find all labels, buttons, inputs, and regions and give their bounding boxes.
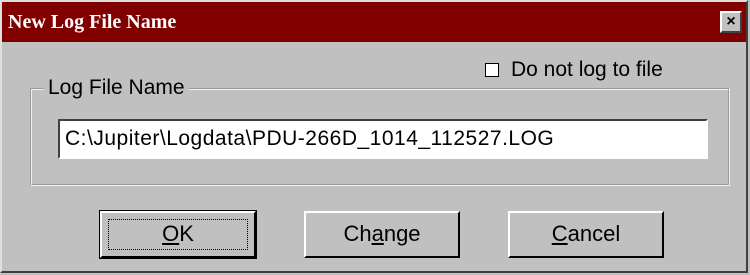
change-button[interactable]: Change xyxy=(304,211,460,258)
log-file-name-input[interactable]: C:\Jupiter\Logdata\PDU-266D_1014_112527.… xyxy=(58,119,708,159)
cancel-accel: C xyxy=(551,221,568,246)
window-title: New Log File Name xyxy=(8,11,177,33)
group-legend: Log File Name xyxy=(44,76,189,100)
dialog-window: New Log File Name × Do not log to file L… xyxy=(0,0,748,273)
title-bar[interactable]: New Log File Name × xyxy=(2,2,746,42)
ok-accel: O xyxy=(162,221,180,246)
change-pre: Ch xyxy=(343,221,372,246)
close-button[interactable]: × xyxy=(720,11,742,33)
do-not-log-label: Do not log to file xyxy=(511,58,663,81)
change-accel: a xyxy=(371,221,384,246)
ok-rest: K xyxy=(179,221,194,246)
do-not-log-checkbox-row[interactable]: Do not log to file xyxy=(485,58,663,82)
ok-button[interactable]: OK xyxy=(99,210,257,259)
do-not-log-checkbox[interactable] xyxy=(485,63,499,77)
cancel-button[interactable]: Cancel xyxy=(508,211,664,258)
change-rest: nge xyxy=(383,221,421,246)
close-icon: × xyxy=(726,13,736,30)
cancel-rest: ancel xyxy=(567,221,621,246)
